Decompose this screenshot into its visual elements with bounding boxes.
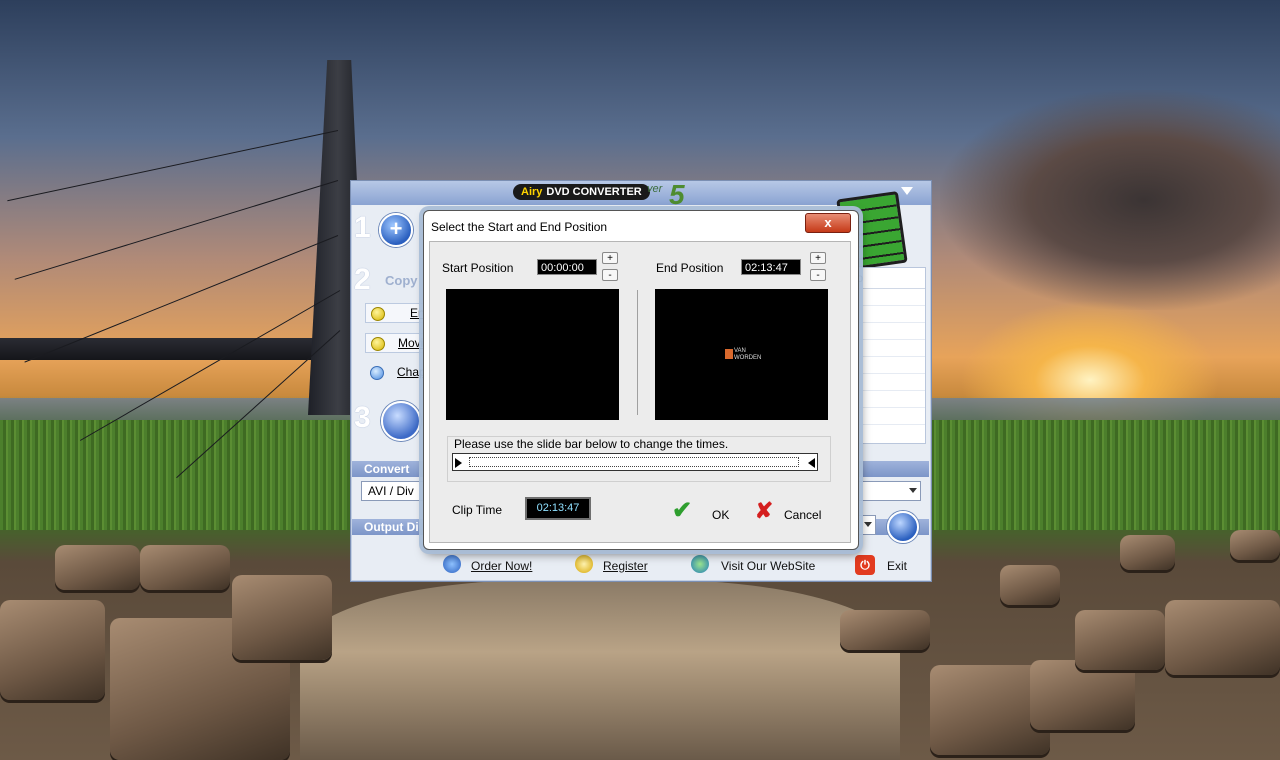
app-logo: Airy DVD CONVERTER — [513, 184, 650, 200]
app-footer: Order Now! Register Visit Our WebSite ⏻ … — [351, 551, 931, 579]
step-1-number: 1 — [354, 211, 371, 244]
chevron-down-icon — [864, 522, 872, 527]
step-3-number: 3 — [354, 401, 371, 434]
browse-folder-button[interactable] — [887, 511, 919, 543]
wallpaper-cable — [7, 130, 339, 202]
logo-version: 5 — [669, 179, 685, 210]
visit-website-link[interactable]: Visit Our WebSite — [721, 559, 815, 573]
menu-dropdown-icon[interactable] — [901, 187, 913, 195]
wallpaper-rock — [1030, 660, 1135, 730]
wallpaper-cloud — [940, 90, 1280, 310]
wallpaper-rock — [1165, 600, 1280, 675]
order-icon — [443, 555, 461, 573]
end-preview-logo-line1: VAN — [734, 348, 746, 354]
preview-divider — [637, 290, 638, 415]
add-source-button[interactable]: + — [379, 213, 413, 247]
globe-icon — [691, 555, 709, 573]
logo-product: DVD CONVERTER — [546, 186, 642, 198]
dialog-title: Select the Start and End Position — [431, 220, 608, 234]
end-decrement-button[interactable]: - — [810, 269, 826, 281]
radio-yellow-icon — [371, 307, 385, 321]
wallpaper-rock — [232, 575, 332, 660]
convert-start-icon[interactable] — [381, 401, 421, 441]
power-icon[interactable]: ⏻ — [855, 555, 875, 575]
wallpaper-rock — [1120, 535, 1175, 570]
wallpaper-rock — [55, 545, 140, 590]
start-time-field[interactable]: 00:00:00 — [537, 259, 597, 275]
start-frame-preview — [446, 289, 619, 420]
cancel-button[interactable]: Cancel — [784, 508, 821, 522]
wallpaper-rock — [1000, 565, 1060, 605]
copy-label: Copy — [385, 273, 418, 288]
end-time-field[interactable]: 02:13:47 — [741, 259, 801, 275]
wallpaper-rock — [840, 610, 930, 650]
wallpaper-water — [300, 580, 900, 760]
end-increment-button[interactable]: + — [810, 252, 826, 264]
radio-yellow-icon — [371, 337, 385, 351]
start-decrement-button[interactable]: - — [602, 269, 618, 281]
wallpaper-rock — [1230, 530, 1280, 560]
dialog-close-button[interactable]: x — [805, 213, 851, 233]
select-position-dialog: Select the Start and End Position x Star… — [423, 210, 859, 550]
wallpaper-rock — [140, 545, 230, 590]
output-format-value: AVI / Div — [368, 484, 414, 498]
checkmark-icon[interactable]: ✔ — [670, 499, 694, 523]
slider-start-handle-icon[interactable] — [455, 458, 462, 468]
option-label: Chap — [397, 365, 426, 379]
output-dir-dropdown[interactable] — [856, 515, 876, 535]
time-slider[interactable] — [452, 453, 818, 471]
slider-end-handle-icon[interactable] — [808, 458, 815, 468]
register-icon — [575, 555, 593, 573]
wallpaper-rock — [1075, 610, 1165, 670]
option-label: Movi — [398, 336, 424, 350]
register-link[interactable]: Register — [603, 559, 648, 573]
cancel-x-icon[interactable]: ✘ — [752, 499, 776, 523]
chevron-down-icon — [909, 488, 917, 493]
clip-time-label: Clip Time — [452, 503, 503, 517]
end-frame-preview: VAN WORDEN — [655, 289, 828, 420]
van-worden-logo: VAN WORDEN — [725, 348, 761, 365]
end-position-label: End Position — [656, 261, 724, 275]
end-preview-logo-line2: WORDEN — [734, 355, 762, 361]
ok-button[interactable]: OK — [712, 508, 729, 522]
slider-group: Please use the slide bar below to change… — [447, 436, 831, 482]
order-now-link[interactable]: Order Now! — [471, 559, 532, 573]
option-chapter[interactable]: Chap — [365, 363, 431, 381]
wallpaper-rock — [0, 600, 105, 700]
slider-hint: Please use the slide bar below to change… — [454, 437, 729, 451]
start-position-label: Start Position — [442, 261, 514, 275]
logo-brand: Airy — [521, 186, 543, 198]
exit-link[interactable]: Exit — [887, 559, 907, 573]
wallpaper-cable — [14, 180, 339, 280]
clip-time-display: 02:13:47 — [525, 497, 591, 520]
radio-blue-icon — [370, 366, 384, 380]
logo-ver-text: ver — [647, 183, 663, 195]
step-2-number: 2 — [354, 263, 371, 296]
slider-range[interactable] — [469, 457, 799, 467]
start-increment-button[interactable]: + — [602, 252, 618, 264]
dialog-body: Start Position 00:00:00 + - End Position… — [429, 241, 851, 543]
logo-square-icon — [725, 349, 733, 359]
